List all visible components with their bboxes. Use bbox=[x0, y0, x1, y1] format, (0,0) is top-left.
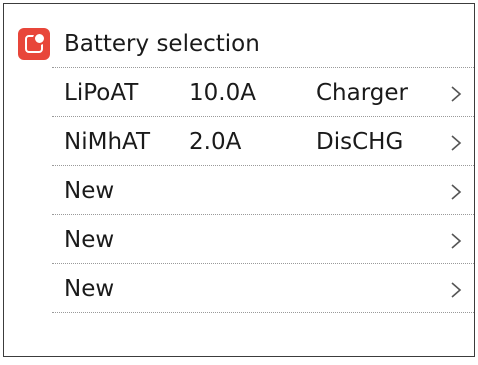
battery-name: New bbox=[64, 227, 115, 253]
battery-row-2[interactable]: NiMhAT 2.0A DisCHG bbox=[52, 117, 474, 165]
chevron-right-icon[interactable] bbox=[450, 184, 462, 200]
chevron-right-icon[interactable] bbox=[450, 86, 462, 102]
battery-name: New bbox=[64, 178, 115, 204]
battery-current: 10.0A bbox=[189, 80, 256, 106]
battery-app-icon bbox=[18, 28, 50, 60]
app-icon-dot bbox=[33, 32, 46, 45]
chevron-right-icon[interactable] bbox=[450, 135, 462, 151]
battery-mode: DisCHG bbox=[316, 129, 404, 155]
window-frame: Battery selection LiPoAT 10.0A Charger N… bbox=[3, 3, 475, 357]
battery-name: NiMhAT bbox=[64, 129, 151, 155]
battery-name: New bbox=[64, 276, 115, 302]
chevron-right-icon[interactable] bbox=[450, 282, 462, 298]
app-icon-square bbox=[25, 32, 46, 53]
battery-mode: Charger bbox=[316, 80, 408, 106]
battery-current: 2.0A bbox=[189, 129, 242, 155]
chevron-right-icon[interactable] bbox=[450, 233, 462, 249]
divider bbox=[52, 312, 474, 313]
battery-name: LiPoAT bbox=[64, 80, 139, 106]
battery-row-5[interactable]: New bbox=[52, 264, 474, 312]
battery-row-4[interactable]: New bbox=[52, 215, 474, 263]
header: Battery selection bbox=[4, 4, 474, 70]
battery-row-1[interactable]: LiPoAT 10.0A Charger bbox=[52, 68, 474, 116]
battery-list: LiPoAT 10.0A Charger NiMhAT 2.0A DisCHG … bbox=[52, 67, 474, 313]
battery-row-3[interactable]: New bbox=[52, 166, 474, 214]
page-title: Battery selection bbox=[64, 31, 260, 57]
